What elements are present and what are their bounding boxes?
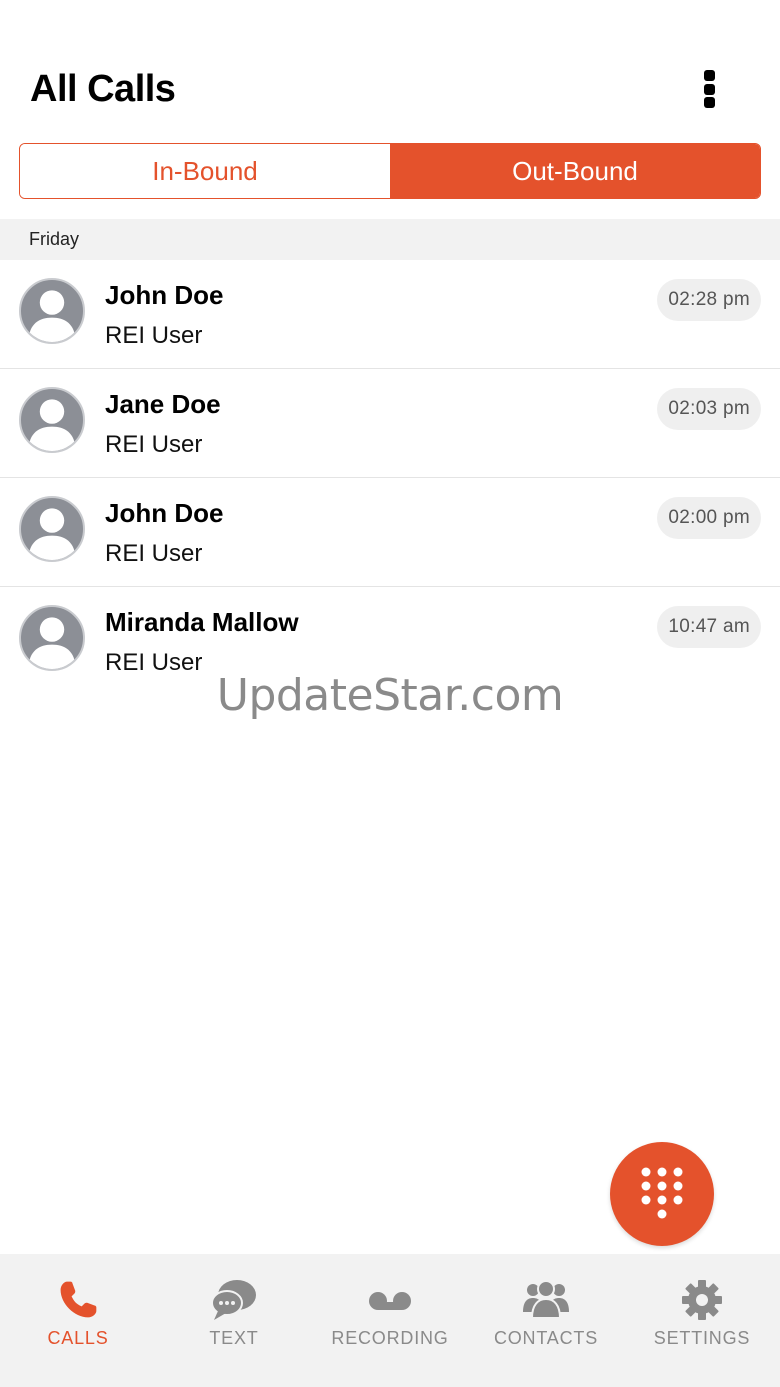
segment-out-bound[interactable]: Out-Bound xyxy=(390,144,760,198)
people-icon xyxy=(520,1278,572,1322)
call-direction-segmented-control: In-Bound Out-Bound xyxy=(19,143,761,199)
caller-subtitle: REI User xyxy=(105,322,203,349)
call-time-badge: 02:00 pm xyxy=(657,497,761,539)
avatar-icon xyxy=(19,278,85,344)
tab-label: CONTACTS xyxy=(493,1328,599,1348)
tab-recording[interactable]: RECORDING xyxy=(312,1254,468,1387)
caller-subtitle: REI User xyxy=(105,540,203,567)
watermark: UpdateStar.com xyxy=(216,670,564,721)
call-row[interactable]: Jane Doe REI User 02:03 pm xyxy=(0,369,780,478)
call-list: John Doe REI User 02:28 pm Jane Doe REI … xyxy=(0,260,780,696)
call-row[interactable]: John Doe REI User 02:28 pm xyxy=(0,260,780,369)
tab-settings[interactable]: SETTINGS xyxy=(624,1254,780,1387)
caller-name: Jane Doe xyxy=(105,389,221,419)
bottom-tab-bar: CALLS TEXT RECORDING CONTACTS SETTINGS xyxy=(0,1254,780,1387)
voicemail-icon xyxy=(364,1278,416,1322)
call-time-badge: 02:03 pm xyxy=(657,388,761,430)
tab-contacts[interactable]: CONTACTS xyxy=(468,1254,624,1387)
header: All Calls xyxy=(0,0,780,140)
tab-label: RECORDING xyxy=(331,1328,449,1348)
dialpad-icon xyxy=(641,1167,683,1219)
page-title: All Calls xyxy=(30,68,176,110)
tab-label: SETTINGS xyxy=(653,1328,751,1348)
more-vertical-icon[interactable] xyxy=(692,66,726,112)
phone-icon xyxy=(52,1278,104,1322)
tab-text[interactable]: TEXT xyxy=(156,1254,312,1387)
avatar-icon xyxy=(19,387,85,453)
avatar-icon xyxy=(19,605,85,671)
call-row[interactable]: John Doe REI User 02:00 pm xyxy=(0,478,780,587)
section-header-day: Friday xyxy=(0,219,780,260)
segment-in-bound[interactable]: In-Bound xyxy=(20,144,390,198)
caller-name: John Doe xyxy=(105,280,224,310)
caller-name: Miranda Mallow xyxy=(105,607,299,637)
caller-name: John Doe xyxy=(105,498,224,528)
avatar-icon xyxy=(19,496,85,562)
tab-label: CALLS xyxy=(47,1328,109,1348)
caller-subtitle: REI User xyxy=(105,431,203,458)
call-time-badge: 02:28 pm xyxy=(657,279,761,321)
gear-icon xyxy=(676,1278,728,1322)
call-time-badge: 10:47 am xyxy=(657,606,761,648)
tab-label: TEXT xyxy=(209,1328,259,1348)
chat-bubbles-icon xyxy=(208,1278,260,1322)
tab-calls[interactable]: CALLS xyxy=(0,1254,156,1387)
dialpad-button[interactable] xyxy=(610,1142,714,1246)
